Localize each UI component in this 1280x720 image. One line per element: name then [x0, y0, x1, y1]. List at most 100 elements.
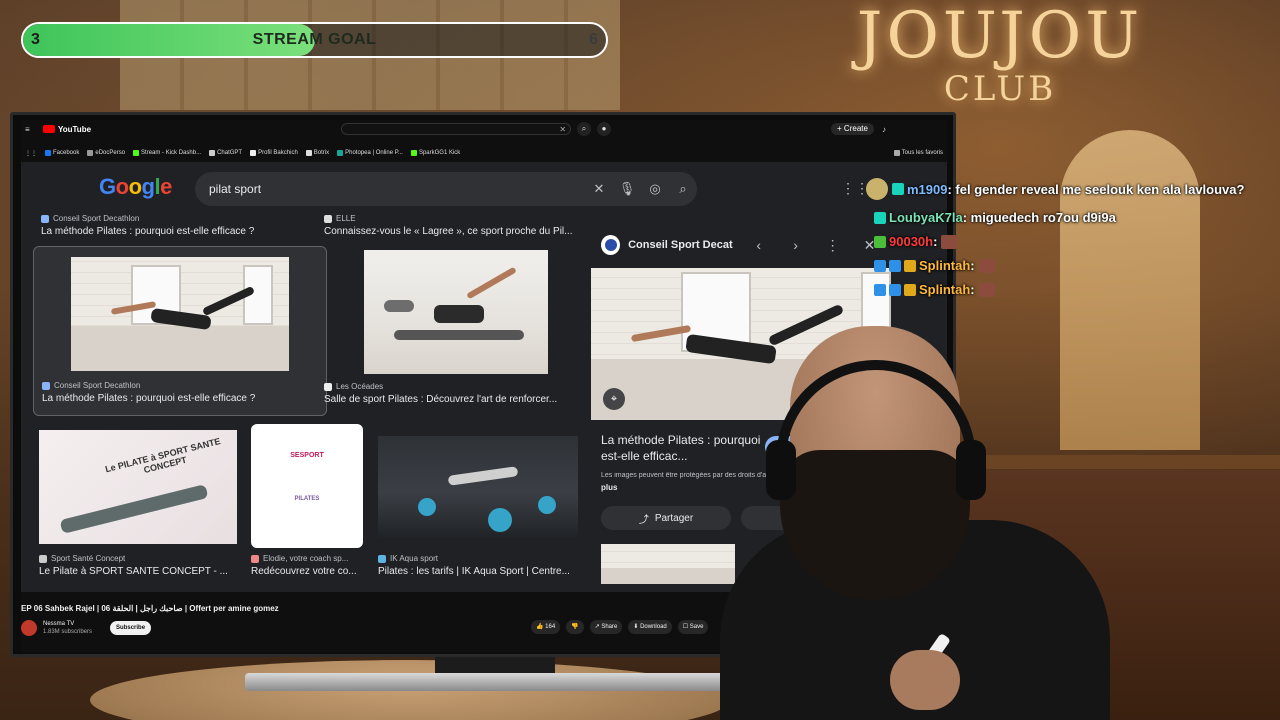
create-button[interactable]: + Create: [831, 123, 874, 135]
search-query[interactable]: pilat sport: [209, 182, 585, 196]
image-result-selected[interactable]: Conseil Sport Decathlon La méthode Pilat…: [33, 246, 327, 416]
oceades-favicon: [324, 382, 332, 391]
facebook-icon: [45, 150, 51, 156]
bookmark-label: Tous les favoris: [901, 150, 943, 156]
aqua-favicon: [378, 554, 386, 563]
apps-grid-icon[interactable]: ⋮⋮: [25, 150, 37, 157]
image-result[interactable]: SESPORT PILATES Elodie, votre coach sp..…: [251, 424, 363, 588]
download-label: Download: [640, 624, 667, 630]
share-label: Partager: [654, 512, 694, 524]
hamburger-menu-icon[interactable]: ≡: [25, 125, 37, 134]
bookmark-chatgpt[interactable]: ChatGPT: [209, 150, 242, 156]
youtube-mic-icon[interactable]: ●: [597, 122, 612, 136]
reformer-machine: [394, 330, 524, 340]
youtube-play-icon: [43, 125, 55, 133]
channel-avatar[interactable]: [21, 620, 37, 636]
subscriber-badge-icon: [892, 183, 904, 195]
chat-text: :: [970, 258, 975, 273]
result-title[interactable]: Salle de sport Pilates : Découvrez l'art…: [324, 394, 579, 405]
learn-more-link[interactable]: plus: [601, 483, 617, 492]
chat-text: :: [970, 282, 975, 297]
joujou-club-logo: JOUJOU CLUB: [850, 0, 1150, 106]
sword-badge-icon: [889, 283, 901, 296]
image-result[interactable]: IK Aqua sport Pilates : les tarifs | IK …: [378, 436, 578, 588]
previous-arrow-icon[interactable]: ‹: [747, 237, 770, 253]
bookmark-botrix[interactable]: Botrix: [305, 150, 330, 156]
search-icon[interactable]: ⌕: [669, 181, 697, 197]
youtube-search-box[interactable]: ✕: [341, 123, 572, 135]
bookmark-kick-dashboard[interactable]: Stream - Kick Dashb...: [133, 150, 201, 156]
logo-main-text: JOUJOU: [856, 0, 1144, 73]
source-name: Elodie, votre coach sp...: [263, 554, 349, 563]
download-button[interactable]: ⬇ Download: [628, 620, 672, 634]
moderator-badge-icon: [874, 259, 886, 272]
clear-icon[interactable]: ✕: [585, 181, 613, 197]
preview-header: Conseil Sport Decathlon ‹ › ⋮ ✕: [601, 234, 881, 256]
result-title[interactable]: La méthode Pilates : pourquoi est-elle e…: [42, 393, 318, 404]
bookmark-facebook[interactable]: Facebook: [45, 150, 79, 156]
bookmark-profil-bakchich[interactable]: Profil Bakchich: [250, 150, 298, 156]
decathlon-favicon: [41, 214, 49, 223]
next-arrow-icon[interactable]: ›: [784, 237, 807, 253]
result-source: Elodie, votre coach sp...: [251, 554, 363, 563]
result-source: ELLE: [324, 214, 579, 223]
notifications-bell-icon[interactable]: ♪: [882, 125, 886, 134]
image-result[interactable]: Le PILATE à SPORT SANTE CONCEPT Sport Sa…: [39, 430, 237, 588]
decathlon-favicon: [42, 381, 50, 390]
voice-search-icon[interactable]: 🎙: [613, 181, 641, 197]
source-name: IK Aqua sport: [390, 554, 439, 563]
subscribe-button[interactable]: Subscribe: [110, 621, 152, 635]
google-lens-icon[interactable]: ⌖: [603, 388, 625, 410]
chat-avatar: [866, 178, 888, 200]
more-options-icon[interactable]: ⋮: [821, 237, 844, 254]
google-search-box[interactable]: pilat sport ✕ 🎙 ◎ ⌕: [195, 172, 697, 206]
bookmark-label: Botrix: [313, 150, 330, 156]
leaf-badge-icon: [874, 235, 886, 248]
bookmark-sparkgg[interactable]: SparkGG1 Kick: [410, 150, 461, 156]
aqua-sport-photo: [378, 436, 578, 538]
result-caption: IK Aqua sport Pilates : les tarifs | IK …: [378, 554, 578, 577]
clear-search-icon[interactable]: ✕: [559, 125, 566, 134]
result-title[interactable]: Pilates : les tarifs | IK Aqua Sport | C…: [378, 566, 578, 577]
dislike-button[interactable]: 👎: [566, 620, 584, 634]
google-logo[interactable]: Google: [99, 174, 172, 200]
class-figure: [447, 466, 519, 486]
chat-username: LoubyaK7la: [889, 210, 963, 225]
chat-text: :: [933, 234, 938, 249]
bookmark-label: SparkGG1 Kick: [418, 150, 461, 156]
bookmark-label: Stream - Kick Dashb...: [141, 150, 202, 156]
youtube-logo[interactable]: YouTube: [43, 125, 91, 134]
monitor-stand-base: [245, 673, 745, 691]
folder-icon: [893, 150, 900, 156]
goal-label: STREAM GOAL: [252, 31, 377, 48]
result-title[interactable]: Redécouvrez votre co...: [251, 566, 363, 577]
kick-icon: [410, 150, 417, 156]
bookmark-label: Photopea | Online P...: [345, 150, 403, 156]
sport-sante-photo: Le PILATE à SPORT SANTE CONCEPT: [39, 430, 237, 544]
bridge-pose-figure: [59, 484, 209, 534]
result-caption[interactable]: ELLE Connaissez-vous le « Lagree », ce s…: [324, 214, 579, 237]
share-icon: ⤴: [638, 514, 649, 526]
all-bookmarks[interactable]: Tous les favoris: [893, 150, 943, 156]
result-source: Sport Santé Concept: [39, 554, 237, 563]
result-title[interactable]: Connaissez-vous le « Lagree », ce sport …: [324, 226, 579, 237]
bookmark-label: eDocPerso: [95, 150, 126, 156]
pilates-ball: [488, 508, 512, 532]
youtube-search-icon[interactable]: ⌕: [577, 122, 592, 136]
preview-source[interactable]: Conseil Sport Decathlon: [628, 239, 733, 251]
result-title[interactable]: Le Pilate à SPORT SANTE CONCEPT - ...: [39, 566, 237, 577]
bookmark-edocperso[interactable]: eDocPerso: [87, 150, 125, 156]
share-video-button[interactable]: ↗ Share: [589, 620, 623, 634]
lens-icon[interactable]: ◎: [641, 181, 669, 197]
bookmark-photopea[interactable]: Photopea | Online P...: [337, 150, 403, 156]
stream-goal-bar: 3 STREAM GOAL 6: [21, 22, 608, 58]
source-name: Les Océades: [336, 382, 384, 391]
image-result[interactable]: Les Océades Salle de sport Pilates : Déc…: [324, 250, 579, 416]
chat-text: : fel gender reveal me seelouk ken ala l…: [947, 181, 1245, 197]
channel-name[interactable]: Nessma TV: [43, 621, 74, 627]
result-title[interactable]: La méthode Pilates : pourquoi est-elle e…: [41, 226, 311, 237]
emote-icon: [941, 234, 958, 249]
source-name: Conseil Sport Decathlon: [54, 381, 141, 390]
result-caption[interactable]: Conseil Sport Decathlon La méthode Pilat…: [41, 214, 311, 237]
like-button[interactable]: 👍 164: [531, 620, 561, 634]
